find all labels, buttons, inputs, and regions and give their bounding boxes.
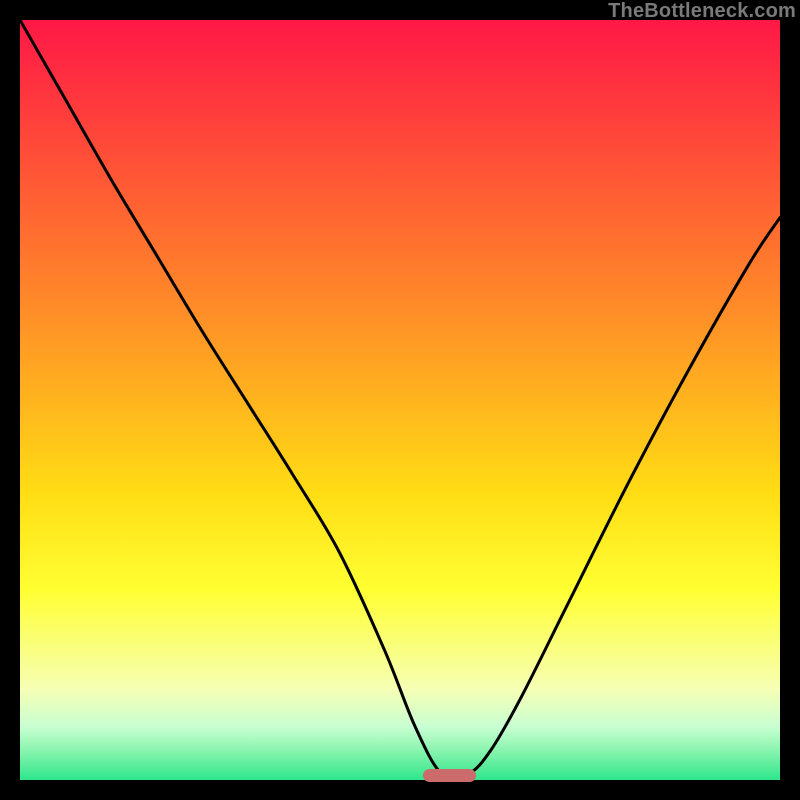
plot-area	[20, 20, 780, 780]
optimal-marker	[423, 769, 476, 783]
chart-container: TheBottleneck.com	[0, 0, 800, 800]
bottleneck-curve	[20, 20, 780, 780]
